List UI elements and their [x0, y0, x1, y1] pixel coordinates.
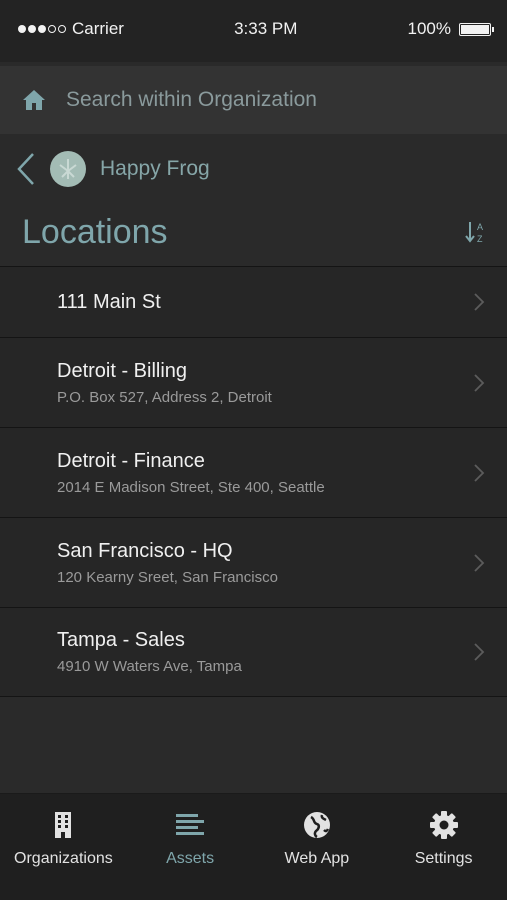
tab-bar: Organizations Assets Web App Settings — [0, 793, 507, 900]
chevron-right-icon — [474, 643, 485, 661]
location-address: 4910 W Waters Ave, Tampa — [57, 658, 242, 675]
back-chevron-icon[interactable] — [16, 152, 36, 186]
tab-assets[interactable]: Assets — [127, 794, 254, 900]
tab-label: Assets — [166, 850, 215, 867]
location-title: San Francisco - HQ — [57, 539, 233, 562]
location-title: 111 Main St — [57, 290, 161, 313]
chevron-right-icon — [474, 553, 485, 572]
svg-text:A: A — [477, 222, 483, 232]
section-header: Locations A Z — [0, 204, 507, 266]
sort-alpha-icon[interactable]: A Z — [465, 219, 487, 245]
location-address: 120 Kearny Sreet, San Francisco — [57, 568, 278, 586]
carrier-label: Carrier — [72, 19, 124, 38]
list-item[interactable]: San Francisco - HQ 120 Kearny Sreet, San… — [0, 517, 507, 607]
tab-web-app[interactable]: Web App — [254, 794, 381, 900]
location-list: 111 Main St Detroit - Billing P.O. Box 5… — [0, 266, 507, 697]
list-item[interactable]: 111 Main St — [0, 266, 507, 337]
tab-label: Organizations — [14, 850, 113, 867]
search-input[interactable]: Search within Organization — [66, 88, 317, 112]
page-title: Locations — [22, 212, 168, 251]
battery-status: 100% — [407, 19, 494, 39]
tab-organizations[interactable]: Organizations — [0, 794, 127, 900]
location-title: Detroit - Billing — [57, 359, 188, 382]
globe-icon — [303, 812, 330, 839]
tab-label: Web App — [284, 850, 350, 867]
battery-icon — [459, 22, 494, 36]
list-item[interactable]: Tampa - Sales 4910 W Waters Ave, Tampa — [0, 607, 507, 697]
carrier-info: Carrier — [18, 19, 124, 39]
building-icon — [55, 812, 72, 838]
list-item[interactable]: Detroit - Finance 2014 E Madison Street,… — [0, 427, 507, 517]
status-bar: Carrier 3:33 PM 100% — [0, 0, 507, 62]
clock: 3:33 PM — [234, 19, 298, 38]
location-title: Detroit - Finance — [57, 449, 205, 472]
frog-icon — [59, 159, 77, 179]
chevron-right-icon — [474, 373, 485, 392]
organization-avatar — [50, 151, 86, 187]
battery-percent: 100% — [407, 19, 451, 38]
gear-icon — [429, 811, 458, 839]
location-address: 2014 E Madison Street, Ste 400, Seattle — [57, 478, 325, 496]
location-title: Tampa - Sales — [57, 629, 185, 651]
location-address: P.O. Box 527, Address 2, Detroit — [57, 388, 272, 406]
list-icon — [176, 814, 205, 835]
search-bar[interactable]: Search within Organization — [0, 66, 507, 134]
organization-name[interactable]: Happy Frog — [100, 157, 210, 181]
organization-header: Happy Frog — [0, 134, 507, 204]
svg-text:Z: Z — [477, 234, 483, 244]
list-item[interactable]: Detroit - Billing P.O. Box 527, Address … — [0, 337, 507, 427]
chevron-right-icon — [474, 463, 485, 482]
tab-label: Settings — [414, 850, 473, 867]
home-icon[interactable] — [22, 89, 46, 111]
chevron-right-icon — [474, 293, 485, 311]
signal-icon — [18, 25, 66, 33]
tab-settings[interactable]: Settings — [380, 794, 507, 900]
